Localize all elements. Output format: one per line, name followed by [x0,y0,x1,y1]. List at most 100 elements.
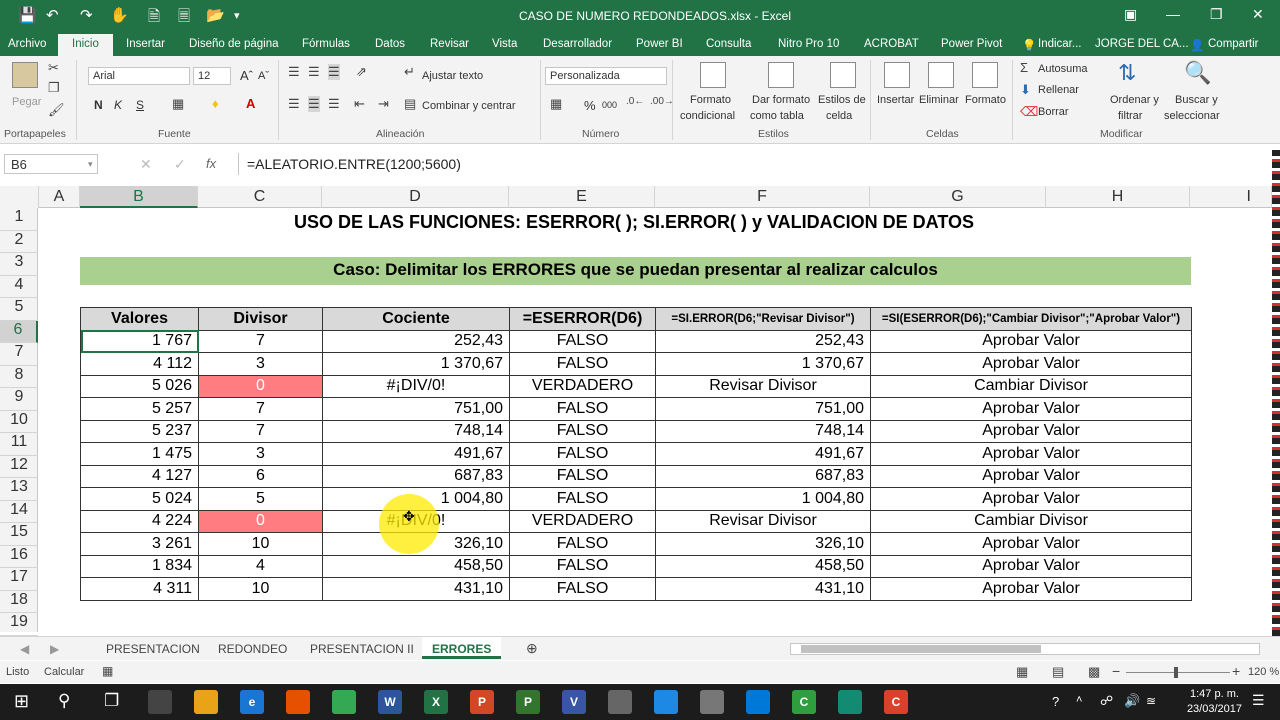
row-header[interactable]: 1 [0,208,38,231]
row-header[interactable]: 7 [0,343,38,366]
merge-button[interactable]: Combinar y centrar [422,100,516,112]
maximize-icon[interactable]: ❐ [1210,6,1223,23]
wrap-text-button[interactable]: Ajustar texto [422,70,483,82]
sierror-cell[interactable]: 431,10 [655,577,871,601]
tab-powerpivot[interactable]: Power Pivot [941,38,1002,50]
font-color-icon[interactable]: A [246,96,255,111]
cociente-cell[interactable]: 751,00 [322,397,510,421]
eserror-cell[interactable]: FALSO [509,397,656,421]
calculate-button[interactable]: Calcular [44,666,84,678]
valor-cell[interactable]: 4 311 [80,577,199,601]
valor-cell[interactable]: 4 224 [80,509,199,533]
valor-cell[interactable]: 5 257 [80,397,199,421]
divisor-cell[interactable]: 3 [198,442,323,466]
fill-color-icon[interactable]: ♦ [212,96,219,111]
notifications-icon[interactable]: ☰ [1252,692,1265,709]
divisor-cell[interactable]: 7 [198,329,323,353]
sierror-cell[interactable]: Revisar Divisor [655,509,871,533]
column-header-f[interactable]: F [655,186,870,208]
divisor-cell[interactable]: 0 [198,374,323,398]
find-select-button[interactable]: Buscar y [1175,94,1218,106]
align-bottom-icon[interactable]: ☰ [328,64,340,80]
eserror-cell[interactable]: FALSO [509,487,656,511]
taskbar-app-icon[interactable]: C [792,690,816,714]
tab-formulas[interactable]: Fórmulas [302,38,350,50]
column-header-d[interactable]: D [322,186,509,208]
si-eserror-cell[interactable]: Cambiar Divisor [870,374,1192,398]
row-header[interactable]: 12 [0,456,38,478]
taskbar-app-icon[interactable] [194,690,218,714]
subtitle-band[interactable]: Caso: Delimitar los ERRORES que se pueda… [80,257,1191,285]
eserror-cell[interactable]: FALSO [509,329,656,353]
si-eserror-cell[interactable]: Aprobar Valor [870,487,1192,511]
valor-cell[interactable]: 4 112 [80,352,199,376]
sierror-cell[interactable]: 751,00 [655,397,871,421]
zoom-level[interactable]: 120 % [1248,666,1279,678]
sierror-cell[interactable]: 748,14 [655,419,871,443]
cociente-cell[interactable]: 748,14 [322,419,510,443]
tab-nitro[interactable]: Nitro Pro 10 [778,38,839,50]
tab-acrobat[interactable]: ACROBAT [864,38,919,50]
valor-cell[interactable]: 5 026 [80,374,199,398]
normal-view-icon[interactable]: ▦ [1016,664,1028,680]
cociente-cell[interactable]: #¡DIV/0! [322,374,510,398]
task-view-icon[interactable]: ❐ [104,691,119,711]
volume-icon[interactable]: 🔊 [1124,693,1140,709]
sort-filter-button[interactable]: Ordenar y [1110,94,1159,106]
tab-revisar[interactable]: Revisar [430,38,469,50]
divisor-cell[interactable]: 6 [198,464,323,488]
redo-icon[interactable]: ↷ [80,6,93,24]
row-header[interactable]: 16 [0,546,38,568]
new-file-icon[interactable]: 🗎 [148,6,160,31]
si-eserror-cell[interactable]: Aprobar Valor [870,419,1192,443]
underline-button[interactable]: S [136,98,144,112]
windows-start-icon[interactable]: ⊞ [14,691,29,712]
taskbar-app-icon[interactable]: e [240,690,264,714]
row-header[interactable]: 11 [0,433,38,456]
column-header-a[interactable]: A [39,186,80,208]
sierror-cell[interactable]: Revisar Divisor [655,374,871,398]
tab-insertar[interactable]: Insertar [126,38,165,50]
si-eserror-cell[interactable]: Aprobar Valor [870,329,1192,353]
zoom-slider[interactable] [1126,672,1230,673]
header-si-eserror[interactable]: =SI(ESERROR(D6);"Cambiar Divisor";"Aprob… [870,307,1192,331]
valor-cell[interactable]: 1 834 [80,554,199,578]
taskbar-app-icon[interactable]: V [562,690,586,714]
header-sierror[interactable]: =SI.ERROR(D6;"Revisar Divisor") [655,307,871,331]
open-folder-icon[interactable]: 📂 [206,6,225,24]
taskbar-app-icon[interactable] [654,690,678,714]
enter-icon[interactable]: ✓ [174,156,186,173]
copy-icon[interactable]: ❐ [48,80,60,96]
taskbar-app-icon[interactable]: X [424,690,448,714]
align-right-icon[interactable]: ☰ [328,96,340,112]
tell-me-box[interactable]: Indicar... [1038,38,1081,50]
si-eserror-cell[interactable]: Aprobar Valor [870,554,1192,578]
sierror-cell[interactable]: 326,10 [655,532,871,556]
cut-icon[interactable]: ✂ [48,60,59,76]
row-header[interactable]: 10 [0,411,38,433]
insert-cells-button[interactable]: Insertar [877,94,914,106]
cociente-cell[interactable]: 458,50 [322,554,510,578]
taskbar-app-icon[interactable]: W [378,690,402,714]
si-eserror-cell[interactable]: Aprobar Valor [870,577,1192,601]
column-header-i[interactable]: I [1190,186,1272,208]
shrink-font-icon[interactable]: Aˇ [258,70,269,82]
row-header[interactable]: 3 [0,253,38,276]
column-header-g[interactable]: G [870,186,1046,208]
name-box[interactable]: B6 [4,154,98,174]
row-header[interactable]: 14 [0,501,38,523]
customize-icon[interactable]: ▾ [234,9,240,22]
tab-vista[interactable]: Vista [492,38,517,50]
increase-decimal-icon[interactable]: .0← [626,96,644,107]
taskbar-app-icon[interactable] [838,690,862,714]
valor-cell[interactable]: 5 237 [80,419,199,443]
valor-cell[interactable]: 1 767 [80,329,199,353]
divisor-cell[interactable]: 5 [198,487,323,511]
format-table-button[interactable]: Dar formato [752,94,810,106]
divisor-cell[interactable]: 7 [198,419,323,443]
row-header[interactable]: 18 [0,591,38,613]
scrollbar-thumb[interactable] [801,645,1041,653]
sierror-cell[interactable]: 491,67 [655,442,871,466]
taskbar-app-icon[interactable]: P [470,690,494,714]
formula-input[interactable]: =ALEATORIO.ENTRE(1200;5600) [238,153,1268,175]
